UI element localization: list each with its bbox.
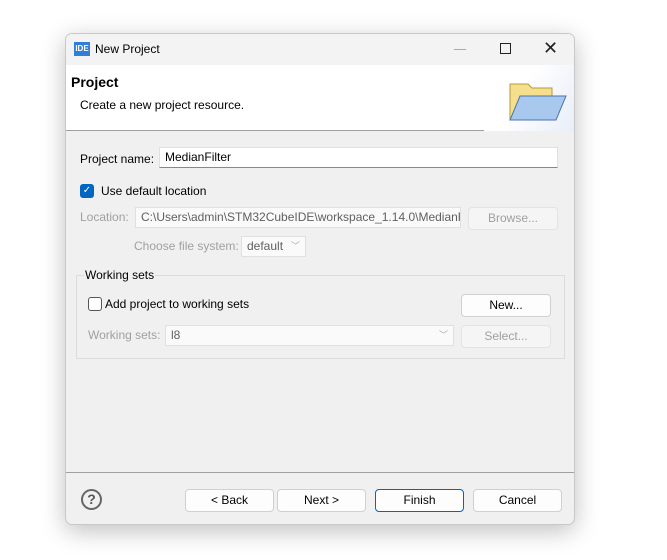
cancel-button[interactable]: Cancel: [473, 489, 562, 512]
add-to-working-sets-checkbox[interactable]: [88, 297, 102, 311]
location-label: Location:: [80, 210, 129, 224]
file-system-value: default: [247, 239, 284, 253]
folder-icon: [509, 83, 567, 121]
chevron-down-icon: ﹀: [438, 330, 448, 340]
wizard-header: Project Create a new project resource.: [66, 65, 574, 131]
close-button[interactable]: ✕: [543, 38, 558, 58]
working-sets-value: l8: [171, 328, 181, 342]
app-icon: IDE: [74, 42, 90, 56]
new-project-dialog: IDE New Project ✕ Project Create a new p…: [65, 33, 575, 525]
back-button[interactable]: < Back: [185, 489, 274, 512]
add-to-working-sets-label: Add project to working sets: [105, 297, 250, 311]
project-name-input[interactable]: MedianFilter: [159, 147, 558, 168]
use-default-location-label: Use default location: [101, 184, 207, 198]
chevron-down-icon: ﹀: [290, 241, 300, 251]
minimize-button[interactable]: [454, 49, 466, 50]
select-working-sets-button[interactable]: Select...: [461, 325, 551, 348]
working-sets-legend: Working sets: [84, 268, 156, 282]
new-working-set-button[interactable]: New...: [461, 294, 551, 317]
project-name-label: Project name:: [80, 152, 155, 166]
working-sets-combo[interactable]: l8 ﹀: [165, 325, 454, 346]
working-sets-label: Working sets:: [88, 328, 161, 342]
next-button[interactable]: Next >: [277, 489, 366, 512]
finish-button[interactable]: Finish: [375, 489, 464, 512]
maximize-button[interactable]: [500, 43, 511, 54]
file-system-select[interactable]: default ﹀: [241, 236, 306, 257]
window-title: New Project: [95, 42, 160, 56]
page-title: Project: [71, 74, 119, 90]
page-subtitle: Create a new project resource.: [80, 98, 245, 112]
use-default-location-checkbox[interactable]: ✓: [80, 184, 94, 198]
location-input[interactable]: C:\Users\admin\STM32CubeIDE\workspace_1.…: [135, 207, 461, 228]
file-system-label: Choose file system:: [134, 239, 239, 253]
browse-button[interactable]: Browse...: [468, 207, 558, 230]
help-icon[interactable]: ?: [81, 489, 102, 510]
title-bar: IDE New Project ✕: [66, 34, 574, 65]
footer-separator: [66, 472, 574, 473]
